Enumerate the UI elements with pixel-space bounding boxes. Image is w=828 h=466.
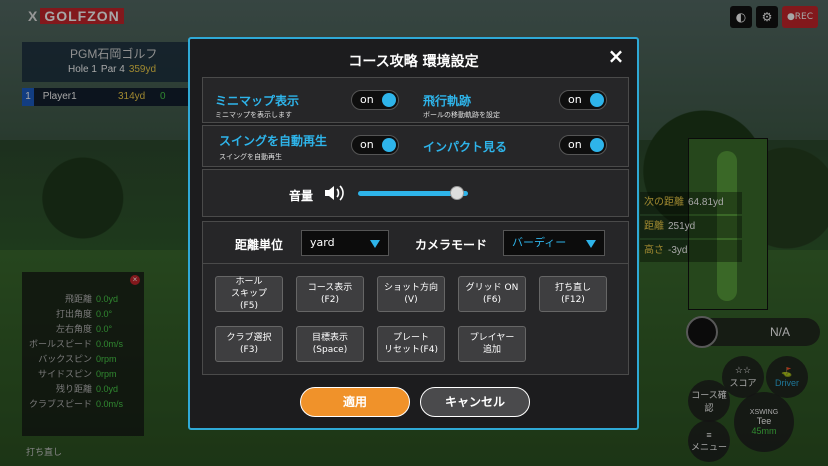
button-line: グリッド ON [465, 283, 519, 293]
speaker-icon [325, 185, 344, 201]
toggle-state: on [568, 93, 582, 106]
button-line: (F3) [240, 345, 258, 355]
auto-replay-label: スイングを自動再生 [219, 134, 328, 148]
distance-unit-value: yard [310, 236, 335, 249]
camera-mode-label: カメラモード [415, 238, 488, 252]
button-line: (F5) [240, 301, 258, 311]
camera-mode-select[interactable]: バーディー [503, 230, 605, 256]
chevron-down-icon [586, 240, 596, 248]
options-row-1: ミニマップ表示 ミニマップを表示します on 飛行軌跡 ボールの移動軌跡を設定 … [202, 77, 629, 123]
club-select-button[interactable]: クラブ選択 (F3) [215, 326, 283, 362]
minimap-sub: ミニマップを表示します [215, 111, 292, 119]
flight-trail-sub: ボールの移動軌跡を設定 [423, 111, 500, 119]
distance-unit-label: 距離単位 [235, 238, 284, 252]
grid-on-button[interactable]: グリッド ON (F6) [458, 276, 526, 312]
course-view-button[interactable]: コース表示 (F2) [296, 276, 364, 312]
target-view-button[interactable]: 目標表示 (Space) [296, 326, 364, 362]
toggle-knob [382, 138, 396, 152]
dialog-title: コース攻略 環境設定 [348, 54, 479, 70]
hole-skip-button[interactable]: ホールスキップ (F5) [215, 276, 283, 312]
toggle-knob [590, 93, 604, 107]
button-line: ホール [235, 277, 263, 287]
button-line: 打ち直し [554, 283, 591, 293]
button-line: (Space) [312, 345, 348, 355]
volume-slider-knob[interactable] [450, 186, 464, 200]
course-settings-dialog: コース攻略 環境設定 × ミニマップ表示 ミニマップを表示します on 飛行軌跡… [188, 37, 639, 430]
close-icon[interactable]: × [605, 45, 627, 67]
distance-unit-select[interactable]: yard [301, 230, 389, 256]
button-line: 目標表示 [311, 333, 348, 343]
auto-replay-toggle[interactable]: on [351, 135, 399, 155]
button-line: (F6) [483, 295, 501, 305]
minimap-toggle[interactable]: on [351, 90, 399, 110]
apply-button[interactable]: 適用 [300, 387, 410, 417]
minimap-label: ミニマップ表示 [215, 94, 300, 108]
plate-reset-button[interactable]: プレートリセット(F4) [377, 326, 445, 362]
cancel-button[interactable]: キャンセル [420, 387, 530, 417]
toggle-knob [590, 138, 604, 152]
button-line: 追加 [482, 345, 501, 355]
unit-camera-section: 距離単位 yard カメラモード バーディー [202, 221, 629, 265]
flight-trail-label: 飛行軌跡 [423, 94, 472, 108]
flight-trail-toggle[interactable]: on [559, 90, 607, 110]
function-buttons-section: ホールスキップ (F5) コース表示 (F2) ショット方向 (V) グリッド ON (… [202, 263, 629, 375]
button-line: プレイヤー [469, 333, 515, 343]
auto-replay-sub: スイングを自動再生 [219, 153, 282, 161]
toggle-state: on [360, 93, 374, 106]
button-line: スキップ [230, 289, 267, 299]
options-row-2: スイングを自動再生 スイングを自動再生 on インパクト見る on [202, 125, 629, 167]
button-line: ショット方向 [383, 283, 438, 293]
button-line: リセット(F4) [384, 345, 438, 355]
camera-mode-value: バーディー [512, 236, 567, 249]
button-line: クラブ選択 [226, 333, 272, 343]
button-line: (F2) [321, 295, 339, 305]
button-line: プレート [392, 333, 429, 343]
button-line: (V) [404, 295, 418, 305]
shot-direction-button[interactable]: ショット方向 (V) [377, 276, 445, 312]
volume-label: 音量 [289, 189, 314, 203]
button-line: (F12) [561, 295, 585, 305]
impact-view-toggle[interactable]: on [559, 135, 607, 155]
toggle-knob [382, 93, 396, 107]
toggle-state: on [360, 138, 374, 151]
chevron-down-icon [370, 240, 380, 248]
add-player-button[interactable]: プレイヤー 追加 [458, 326, 526, 362]
volume-section: 音量 [202, 169, 629, 217]
impact-view-label: インパクト見る [423, 140, 508, 154]
retry-shot-button[interactable]: 打ち直し (F12) [539, 276, 607, 312]
button-line: コース表示 [307, 283, 353, 293]
toggle-state: on [568, 138, 582, 151]
